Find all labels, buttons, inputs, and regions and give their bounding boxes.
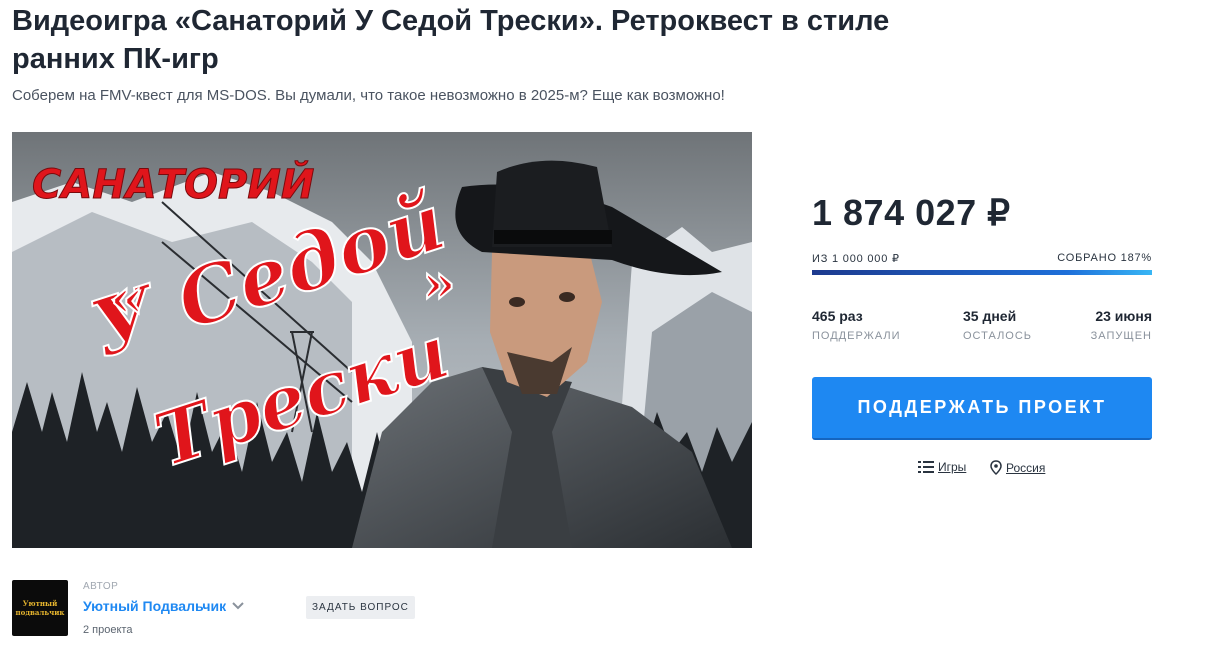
- goal-row: ИЗ 1 000 000 ₽ СОБРАНО 187%: [812, 252, 1152, 265]
- support-project-button[interactable]: ПОДДЕРЖАТЬ ПРОЕКТ: [812, 377, 1152, 440]
- location-pin-icon: [990, 460, 1002, 475]
- funding-progress-bar: [812, 270, 1152, 275]
- page-title: Видеоигра «Санаторий У Седой Трески». Ре…: [12, 5, 890, 75]
- stat-launched: 23 июня ЗАПУЩЕН: [1091, 308, 1152, 342]
- collected-percent: СОБРАНО 187%: [1057, 252, 1152, 264]
- stat-backers-value: 465 раз: [812, 308, 863, 324]
- cover-quote-open: «: [110, 266, 144, 330]
- stat-days-left: 35 дней ОСТАЛОСЬ: [963, 308, 1032, 342]
- project-cover-image: САНАТОРИЙ У Седой Трески « »: [12, 132, 752, 548]
- page-subtitle: Соберем на FMV-квест для MS-DOS. Вы дума…: [12, 87, 725, 104]
- cover-quote-close: »: [422, 251, 456, 315]
- category-link[interactable]: Игры: [918, 460, 966, 474]
- ask-question-button[interactable]: ЗАДАТЬ ВОПРОС: [306, 596, 415, 619]
- list-icon: [918, 461, 934, 473]
- stat-backers: 465 раз ПОДДЕРЖАЛИ: [812, 308, 901, 342]
- author-label: АВТОР: [83, 581, 119, 592]
- goal-amount: ИЗ 1 000 000 ₽: [812, 253, 900, 265]
- author-avatar[interactable]: Уютный подвальчик: [12, 580, 68, 636]
- location-label: Россия: [1006, 460, 1046, 475]
- chevron-down-icon[interactable]: [231, 601, 245, 611]
- stat-days-left-label: ОСТАЛОСЬ: [963, 330, 1033, 342]
- stat-launched-value: 23 июня: [1095, 308, 1152, 324]
- cover-logo-line1: САНАТОРИЙ: [32, 160, 314, 208]
- stat-days-left-value: 35 дней: [963, 308, 1017, 324]
- author-avatar-text-line1: Уютный: [22, 599, 58, 608]
- author-avatar-text-line2: подвальчик: [15, 608, 65, 617]
- stat-backers-label: ПОДДЕРЖАЛИ: [812, 330, 901, 342]
- funding-progress-fill: [812, 270, 1152, 275]
- author-name-link[interactable]: Уютный Подвальчик: [83, 598, 226, 614]
- category-label: Игры: [938, 460, 967, 474]
- collected-amount: 1 874 027 ₽: [812, 192, 1011, 233]
- author-projects-count: 2 проекта: [83, 624, 133, 636]
- location-link[interactable]: Россия: [990, 460, 1045, 475]
- stat-launched-label: ЗАПУЩЕН: [1090, 330, 1152, 342]
